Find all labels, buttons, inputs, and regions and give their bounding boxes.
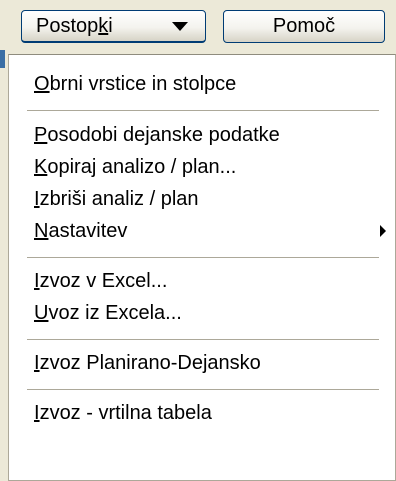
menu-item-update-actual-data[interactable]: Posodobi dejanske podatke <box>9 119 395 151</box>
menu-item-label: Kopiraj analizo / plan... <box>34 155 237 178</box>
menu-item-export-pivot-table[interactable]: Izvoz - vrtilna tabela <box>9 397 395 429</box>
menu-item-label: Obrni vrstice in stolpce <box>34 72 237 95</box>
menu-item-rotate-rows-columns[interactable]: Obrni vrstice in stolpce <box>9 68 395 100</box>
help-menu-button-label: Pomoč <box>272 15 336 37</box>
help-menu-button[interactable]: Pomoč <box>223 10 385 43</box>
menu-item-import-from-excel[interactable]: Uvoz iz Excela... <box>9 297 395 329</box>
menu-item-label: Izbriši analiz / plan <box>34 187 199 210</box>
menu-separator <box>27 339 379 341</box>
menu-item-export-to-excel[interactable]: Izvoz v Excel... <box>9 265 395 297</box>
actions-dropdown-menu: Obrni vrstice in stolpce Posodobi dejans… <box>8 54 396 481</box>
menu-item-settings[interactable]: Nastavitev <box>9 215 395 247</box>
caret-right-icon <box>380 225 386 237</box>
actions-menu-button-label: Postopki <box>36 14 113 37</box>
menu-item-label: Izvoz - vrtilna tabela <box>34 401 212 424</box>
menu-separator <box>27 110 379 112</box>
menu-item-label: Nastavitev <box>34 219 128 242</box>
menu-item-export-planned-actual[interactable]: Izvoz Planirano-Dejansko <box>9 347 395 379</box>
menu-item-label: Uvoz iz Excela... <box>34 301 182 324</box>
caret-down-icon <box>172 22 188 31</box>
menu-item-label: Posodobi dejanske podatke <box>34 123 280 146</box>
menu-item-label: Izvoz v Excel... <box>34 269 168 292</box>
menu-item-label: Izvoz Planirano-Dejansko <box>34 351 261 374</box>
menu-separator <box>27 257 379 259</box>
toolbar: Postopki Pomoč <box>0 0 396 68</box>
window-edge-accent <box>0 50 5 68</box>
menu-separator <box>27 389 379 391</box>
menu-item-copy-analysis-plan[interactable]: Kopiraj analizo / plan... <box>9 151 395 183</box>
actions-menu-button[interactable]: Postopki <box>21 10 206 43</box>
menu-item-delete-analysis-plan[interactable]: Izbriši analiz / plan <box>9 183 395 215</box>
